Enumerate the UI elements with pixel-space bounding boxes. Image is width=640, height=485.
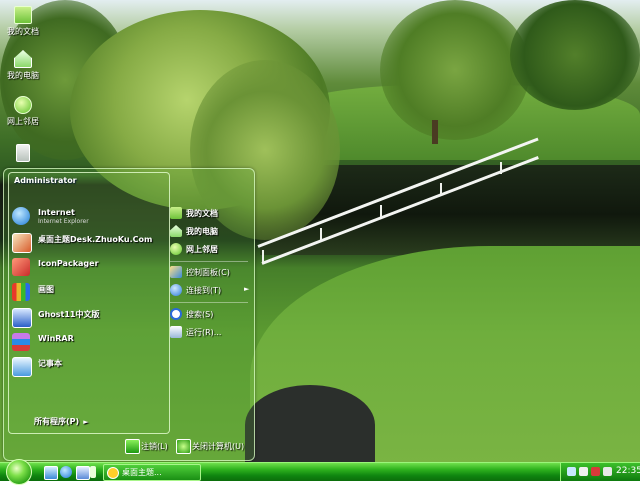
program-label: Internet [38,208,75,217]
taskbar: 桌面主题... 22:35 [0,459,640,485]
program-desk-theme[interactable]: 桌面主题Desk.ZhuoKu.Com [12,231,162,253]
program-label: 画图 [38,285,54,294]
program-label: WinRAR [38,334,74,343]
search-icon [170,308,182,320]
arrow-right-icon: ► [83,418,89,426]
program-label: Ghost11中文版 [38,310,100,319]
desktop-icon-my-documents[interactable]: 我的文档 [2,6,44,37]
menu-item-label: 我的文档 [186,209,218,218]
program-sublabel: Internet Explorer [38,218,89,225]
program-paint[interactable]: 画图 [12,281,162,303]
quicklaunch-expand-icon[interactable] [90,466,96,478]
clock[interactable]: 22:35 [616,466,640,476]
computer-icon [170,225,182,237]
ie-icon[interactable] [60,466,72,478]
menu-item-label: 运行(R)... [186,328,222,337]
wallpaper-path [245,385,375,462]
task-app-icon [107,467,119,479]
program-iconpackager[interactable]: IconPackager [12,256,162,278]
show-desktop-icon[interactable] [44,466,58,480]
paint-icon [12,283,30,301]
arrow-right-icon: ► [244,285,250,293]
desktop-icon-label: 网上邻居 [7,117,39,126]
desktop-icon-label: 我的电脑 [7,71,39,80]
recycle-bin-icon [16,144,30,162]
bridge-post [500,162,502,174]
start-button[interactable] [6,459,32,485]
theme-icon [12,233,32,253]
tray-arrow-icon[interactable] [567,467,576,476]
tray-security-icon[interactable] [591,467,600,476]
tray-app-icon[interactable] [603,467,612,476]
bridge-post [262,250,264,262]
menu-item-label: 网上邻居 [186,245,218,254]
explorer-icon[interactable] [76,466,90,480]
network-icon [170,243,182,255]
computer-icon [14,50,32,68]
shutdown-label: 关闭计算机(U) [192,442,245,451]
winrar-icon [12,333,30,351]
menu-item-my-computer[interactable]: 我的电脑 [170,224,250,240]
program-winrar[interactable]: WinRAR [12,331,162,353]
network-icon [14,96,32,114]
tray-volume-icon[interactable] [579,467,588,476]
menu-item-network[interactable]: 网上邻居 [170,242,250,258]
start-menu-user-name: Administrator [14,176,77,185]
program-label: 桌面主题Desk.ZhuoKu.Com [38,235,153,244]
taskbar-button-theme[interactable]: 桌面主题... [103,464,201,481]
control-panel-icon [170,266,182,278]
logoff-icon [125,439,140,454]
bridge-post [380,205,382,217]
program-label: 记事本 [38,359,62,368]
task-label: 桌面主题... [122,468,162,477]
all-programs-button[interactable]: 所有程序(P) ► [34,416,89,427]
folder-icon [170,207,182,219]
ie-icon [12,207,30,225]
menu-separator [170,302,248,303]
menu-separator [170,261,248,262]
ghost-icon [12,308,32,328]
wallpaper-tree [380,0,530,140]
menu-item-my-documents[interactable]: 我的文档 [170,206,250,222]
start-menu-footer: 注销(L) 关闭计算机(U) [4,433,254,459]
iconpackager-icon [12,258,30,276]
wallpaper-trunk [432,120,438,144]
program-label: IconPackager [38,259,99,268]
system-tray: 22:35 [560,463,640,481]
run-icon [170,326,182,338]
desktop-icon-my-computer[interactable]: 我的电脑 [2,50,44,81]
notepad-icon [12,357,32,377]
menu-item-connect-to[interactable]: 连接到(T) ► [170,283,250,299]
program-notepad[interactable]: 记事本 [12,355,162,377]
bridge-post [320,228,322,240]
menu-item-search[interactable]: 搜索(S) [170,307,250,323]
menu-item-run[interactable]: 运行(R)... [170,325,250,341]
start-menu: Administrator Internet Internet Explorer… [3,168,255,461]
all-programs-label: 所有程序(P) [34,417,80,426]
folder-icon [14,6,32,24]
connect-icon [170,284,182,296]
menu-item-control-panel[interactable]: 控制面板(C) [170,265,250,281]
desktop-icon-network[interactable]: 网上邻居 [2,96,44,127]
bridge-post [440,183,442,195]
menu-item-label: 我的电脑 [186,227,218,236]
menu-item-label: 搜索(S) [186,310,214,319]
desktop-icon-label: 我的文档 [7,27,39,36]
desktop-icon-recycle-bin[interactable] [2,144,44,164]
wallpaper-tree [510,0,640,110]
menu-item-label: 连接到(T) [186,286,222,295]
program-internet-explorer[interactable]: Internet Internet Explorer [12,205,162,227]
program-ghost[interactable]: Ghost11中文版 [12,306,162,328]
menu-item-label: 控制面板(C) [186,268,230,277]
logoff-label: 注销(L) [141,442,168,451]
power-icon [176,439,191,454]
